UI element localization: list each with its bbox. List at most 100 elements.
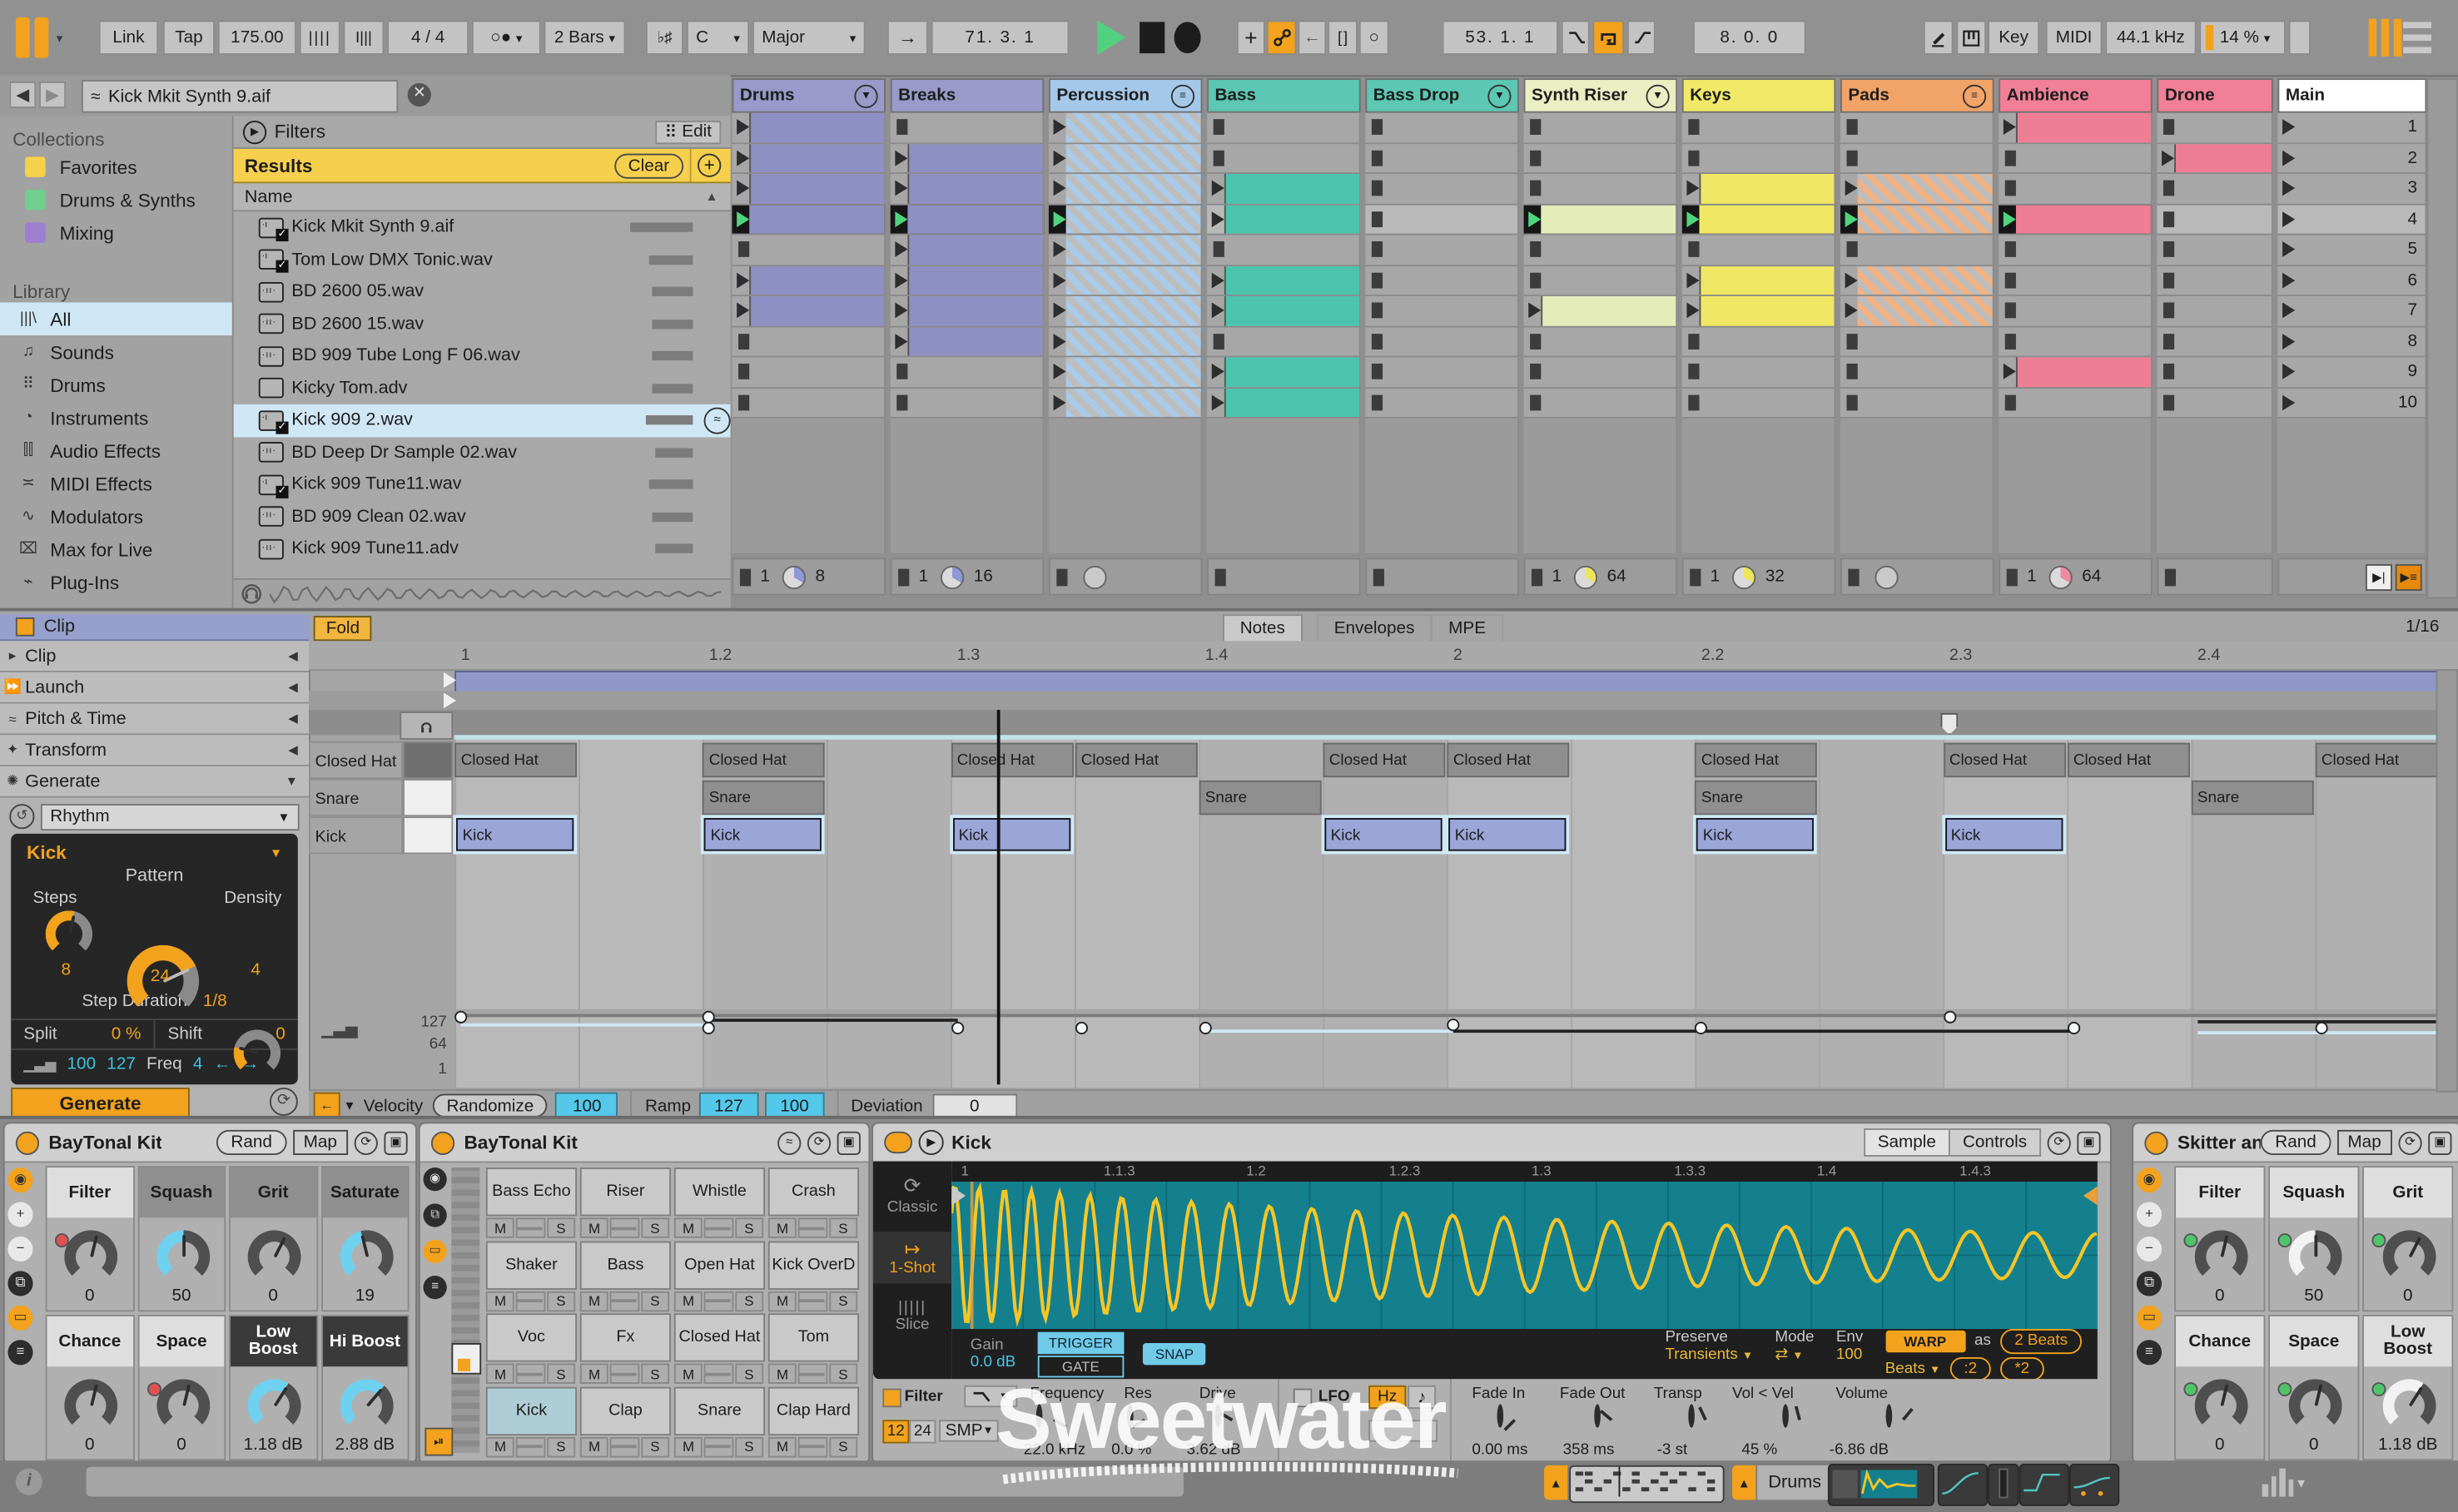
clip-slot[interactable] — [1049, 205, 1203, 235]
track-status-cell[interactable]: 116 — [891, 558, 1045, 595]
midi-note[interactable]: Snare — [2191, 781, 2313, 815]
clip-slot[interactable] — [1682, 205, 1836, 235]
key-map-button[interactable]: Key — [1988, 20, 2039, 54]
quantize-menu-icon[interactable]: |||| — [300, 20, 340, 54]
punch-in-button[interactable]: [ ] — [1328, 20, 1358, 54]
chain-list-icon[interactable]: ≡ — [2137, 1340, 2162, 1365]
macro-knob[interactable] — [2195, 1230, 2248, 1283]
macro-knob[interactable] — [65, 1230, 118, 1283]
clip-overview-expand-button[interactable]: ▲ — [1544, 1465, 1567, 1500]
clip-slot[interactable] — [2157, 357, 2272, 388]
snapshot-icon[interactable]: ⧉ — [7, 1271, 32, 1296]
macro-filter[interactable]: Filter0 — [46, 1166, 134, 1311]
add-icon[interactable]: + — [2137, 1202, 2162, 1227]
clip-slot[interactable] — [732, 235, 886, 265]
clip-slot[interactable] — [2157, 235, 2272, 265]
track-stop-button[interactable] — [1056, 568, 1067, 586]
res-knob[interactable] — [1127, 1404, 1134, 1427]
clip-section-transform[interactable]: ✦Transform◀ — [0, 735, 309, 766]
macro-squash[interactable]: Squash50 — [2268, 1166, 2359, 1311]
scrub-area-2[interactable] — [309, 710, 2439, 735]
drum-pad-closed-hat[interactable]: Closed HatMS — [674, 1313, 765, 1384]
macro-value[interactable]: 0 — [47, 1286, 132, 1306]
macro-value[interactable]: 19 — [322, 1286, 408, 1306]
freq-left-arrow-icon[interactable]: ← — [214, 1054, 231, 1073]
track-stop-button[interactable] — [898, 568, 909, 586]
gain-value[interactable]: 0.0 dB — [971, 1354, 1015, 1371]
regenerate-icon[interactable]: ↺ — [9, 804, 34, 829]
macro-value[interactable]: 1.18 dB — [2364, 1435, 2451, 1455]
pad-solo-button[interactable]: S — [641, 1363, 670, 1383]
clip-slot[interactable] — [1049, 265, 1203, 296]
macro-knob[interactable] — [65, 1379, 118, 1432]
midi-note-kick[interactable]: Kick — [952, 818, 1070, 851]
clip-section-generate[interactable]: ✺Generate▼ — [0, 766, 309, 798]
clip-slot[interactable] — [1524, 388, 1678, 419]
groove-amount-menu[interactable]: 2 Bars ▾ — [544, 20, 626, 54]
clip-slot[interactable] — [1207, 327, 1361, 358]
save-preset-icon[interactable]: ▣ — [384, 1131, 407, 1154]
pad-solo-button[interactable]: S — [735, 1291, 764, 1311]
res-value[interactable]: 0.0 % — [1111, 1442, 1151, 1460]
device-on-toggle[interactable] — [431, 1131, 454, 1154]
hot-swap-icon[interactable]: ⟳ — [355, 1131, 378, 1154]
clip-slot[interactable]: 10 — [2277, 388, 2426, 419]
pad-solo-button[interactable]: S — [735, 1217, 764, 1237]
track-status-cell[interactable]: ▶|▶≡ — [2277, 558, 2426, 595]
clip-slot[interactable] — [2157, 296, 2272, 327]
track-header[interactable]: Pads≡ — [1840, 78, 1994, 112]
macro-grit[interactable]: Grit0 — [2362, 1166, 2453, 1311]
clip-slot[interactable] — [1207, 265, 1361, 296]
macro-squash[interactable]: Squash50 — [137, 1166, 226, 1311]
volvel-knob[interactable] — [1782, 1404, 1789, 1427]
rand-button[interactable]: Rand — [2261, 1130, 2330, 1155]
punch-out-ramp-icon[interactable] — [1627, 20, 1656, 54]
clip-slot[interactable] — [891, 296, 1045, 327]
lane-chevron-icon[interactable]: ▼ — [343, 1098, 355, 1113]
clip-slot[interactable]: 6 — [2277, 265, 2426, 296]
drive-value[interactable]: 3.62 dB — [1187, 1442, 1241, 1460]
clip-slot[interactable] — [732, 174, 886, 205]
pad-mute-button[interactable]: M — [674, 1217, 703, 1237]
loop-brace[interactable] — [454, 671, 2442, 692]
clip-slot[interactable] — [891, 205, 1045, 235]
deviation-field[interactable]: 0 — [932, 1093, 1017, 1118]
capture-midi-button[interactable]: ← — [1298, 20, 1326, 54]
clip-slot[interactable] — [1999, 143, 2153, 174]
sample-start-marker[interactable] — [971, 1182, 974, 1329]
midi-note[interactable]: Closed Hat — [2067, 743, 2189, 777]
pad-mute-button[interactable]: M — [580, 1436, 609, 1456]
macro-value[interactable]: 0 — [47, 1435, 132, 1455]
macro-knob[interactable] — [2195, 1379, 2248, 1432]
macro-knob[interactable] — [2383, 1230, 2436, 1283]
clip-slot[interactable] — [2157, 205, 2272, 235]
snap-button[interactable]: SNAP — [1143, 1343, 1206, 1365]
drum-pad-shaker[interactable]: ShakerMS — [486, 1241, 577, 1311]
track-status-cell[interactable] — [1207, 558, 1361, 595]
track-stop-button[interactable] — [1848, 568, 1859, 586]
filter-12db-button[interactable]: 12 — [882, 1420, 909, 1443]
midi-note-kick[interactable]: Kick — [1324, 818, 1442, 851]
macro-power-icon[interactable]: ◉ — [2137, 1167, 2162, 1192]
hot-swap-icon[interactable]: ⟳ — [2048, 1131, 2071, 1154]
clip-slot[interactable] — [1207, 357, 1361, 388]
device-on-toggle[interactable] — [16, 1131, 39, 1154]
sample-rate-field[interactable]: 44.1 kHz — [2105, 20, 2196, 54]
pad-play-button[interactable] — [516, 1217, 545, 1237]
lfo-toggle[interactable] — [1294, 1389, 1313, 1408]
arrangement-view-toggle[interactable] — [2403, 22, 2431, 53]
loop-length-field[interactable]: 8. 0. 0 — [1693, 20, 1806, 54]
frequency-value[interactable]: 22.0 kHz — [1024, 1442, 1085, 1460]
device-thumbnail-5[interactable] — [2069, 1464, 2119, 1506]
pattern-value[interactable]: 24 — [151, 967, 170, 986]
track-header[interactable]: Bass Drop▼ — [1365, 78, 1519, 112]
pad-mute-button[interactable]: M — [486, 1291, 515, 1311]
mode-slice[interactable]: |||||Slice — [873, 1299, 951, 1333]
filter-smp-select[interactable]: SMP▼ — [939, 1420, 999, 1441]
clip-slot[interactable] — [1682, 113, 1836, 144]
clip-slot[interactable] — [2157, 113, 2272, 144]
macro-filter[interactable]: Filter0 — [2174, 1166, 2265, 1311]
macro-grit[interactable]: Grit0 — [229, 1166, 317, 1311]
root-note-menu[interactable]: C▾ — [687, 20, 749, 54]
clip-slot[interactable] — [1365, 235, 1519, 265]
